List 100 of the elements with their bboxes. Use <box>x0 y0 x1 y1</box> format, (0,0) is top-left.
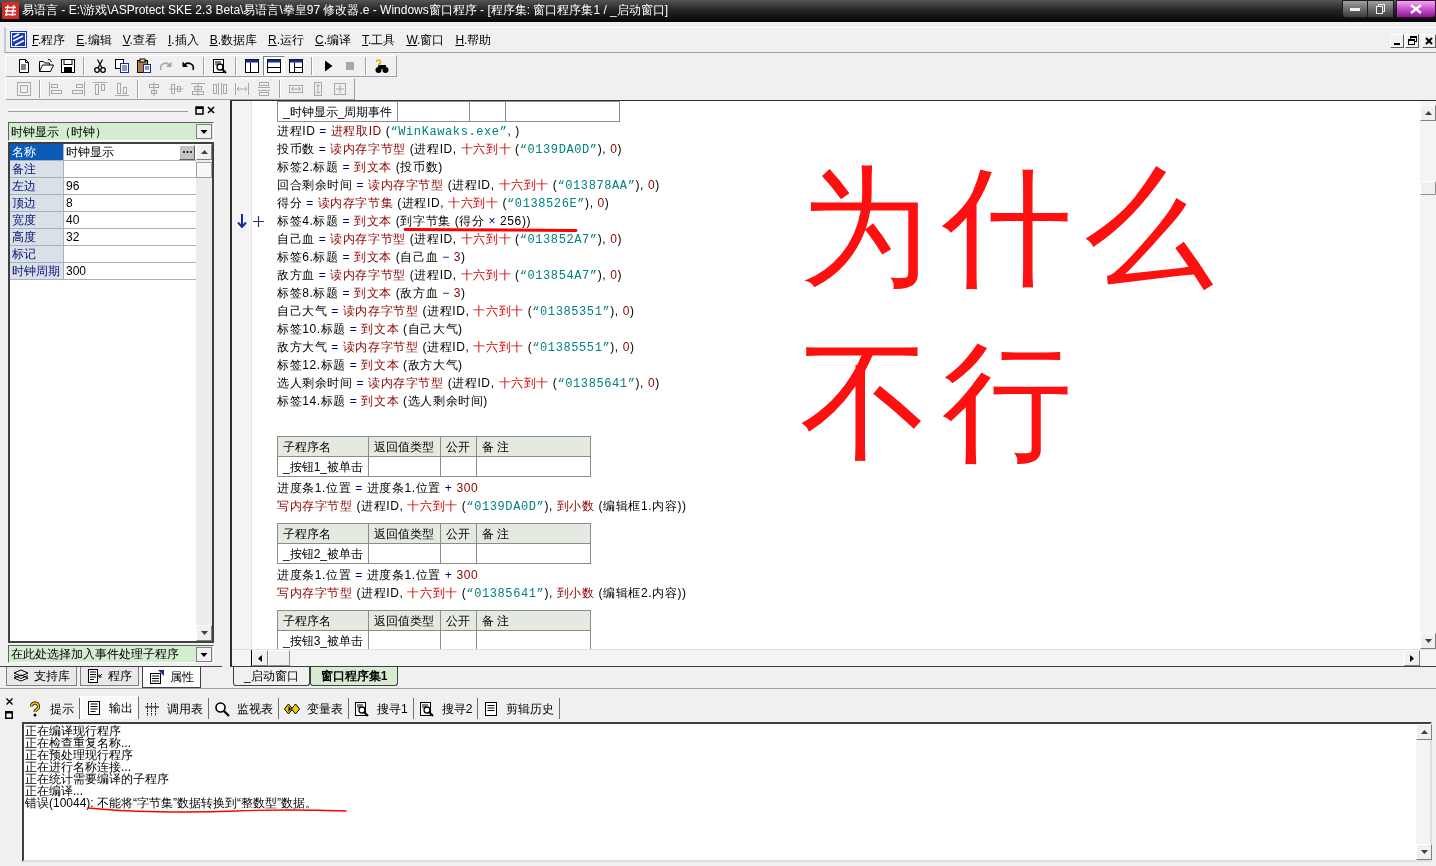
property-label[interactable]: 左边 <box>10 178 64 194</box>
column-header: 备 注 <box>476 523 591 544</box>
editor-tab[interactable]: _启动窗口 <box>233 667 310 686</box>
property-label[interactable]: 高度 <box>10 229 64 245</box>
event-dropdown[interactable]: 在此处选择加入事件处理子程序 <box>8 645 214 663</box>
columns-icon <box>144 700 160 717</box>
output-tab[interactable]: 监视表 <box>209 698 279 719</box>
code-line: 标签6.标题 = 到文本 (自己血 − 3) <box>277 250 466 264</box>
mdi-restore-button[interactable] <box>1405 33 1419 48</box>
sub-name-cell: _按钮1_被单击 <box>277 456 369 477</box>
app-logo-icon <box>2 2 19 19</box>
document-arrow-icon <box>87 668 103 684</box>
panel-restore-button[interactable] <box>4 710 14 719</box>
column-header: 备 注 <box>476 610 591 631</box>
property-label[interactable]: 标记 <box>10 246 64 262</box>
ellipsis-button[interactable] <box>179 144 195 160</box>
column-header: 返回值类型 <box>368 610 441 631</box>
code-line: 标签8.标题 = 到文本 (敌方血 − 3) <box>277 286 466 300</box>
scroll-down-button[interactable] <box>1420 633 1436 649</box>
scroll-up-button[interactable] <box>1416 724 1432 740</box>
menu-item[interactable]: C.编译 <box>314 31 353 48</box>
minimize-icon <box>1350 7 1360 11</box>
scroll-right-button[interactable] <box>1404 650 1420 666</box>
code-line: 进程ID = 进程取ID (“WinKawaks.exe”, ) <box>277 123 520 139</box>
menu-item[interactable]: H.帮助 <box>454 31 493 48</box>
code-line: 标签12.标题 = 到文本 (敌方大气) <box>277 358 463 372</box>
editor-tab[interactable]: 窗口程序集1 <box>309 667 399 686</box>
panel-tab[interactable]: 程序 <box>80 667 139 686</box>
menu-item[interactable]: T.工具 <box>361 31 397 48</box>
spread-width-icon <box>234 80 250 97</box>
scroll-left-button[interactable] <box>252 650 268 666</box>
output-tab[interactable]: 剪辑历史 <box>478 698 561 719</box>
form-grid-icon <box>16 80 32 97</box>
property-value-field[interactable]: 时钟显示 <box>64 144 196 160</box>
restore-button[interactable] <box>1368 0 1394 18</box>
menu-item[interactable]: V.查看 <box>121 31 158 48</box>
column-header: 返回值类型 <box>368 436 441 457</box>
code-line: 写内存字节型 (进程ID, 十六到十 (“01385641”), 到小数 (编辑框2.内容)) <box>277 585 687 601</box>
property-label[interactable]: 宽度 <box>10 212 64 228</box>
clipboard-icon <box>136 57 152 74</box>
output-line: 正在进行名称连接... <box>25 761 131 773</box>
output-tab[interactable]: 搜寻1 <box>349 698 414 719</box>
minimize-icon <box>1394 42 1400 45</box>
object-dropdown[interactable]: 时钟显示（时钟） <box>8 122 214 141</box>
layout-left-icon <box>244 57 260 74</box>
code-line: 得分 = 读内存字节集 (进程ID, 十六到十 (“0138526E”), 0) <box>277 195 610 211</box>
app-logo-icon <box>10 31 27 48</box>
output-tab[interactable]: 调用表 <box>139 698 209 719</box>
scrollbar[interactable] <box>1416 724 1430 860</box>
output-tab[interactable]: 变量表 <box>279 698 349 719</box>
code-line: 投币数 = 读内存字节型 (进程ID, 十六到十 (“0139DA0D”), 0) <box>277 141 623 157</box>
handwritten-note: 不行 <box>800 328 1085 477</box>
scrollbar[interactable] <box>196 144 212 641</box>
property-label[interactable]: 备注 <box>10 161 64 177</box>
code-line: 标签14.标题 = 到文本 (选人剩余时间) <box>277 394 488 408</box>
scroll-up-button[interactable] <box>196 144 212 160</box>
close-button[interactable] <box>1396 0 1436 18</box>
panel-close-button[interactable] <box>4 697 14 706</box>
code-editor[interactable] <box>230 100 1436 666</box>
document-search-icon <box>418 700 435 717</box>
toolbar-button[interactable] <box>263 55 285 76</box>
property-label[interactable]: 时钟周期 <box>10 263 64 279</box>
output-tab[interactable]: 输出 <box>80 696 139 719</box>
property-label[interactable]: 名称 <box>10 144 64 160</box>
scroll-down-button[interactable] <box>1416 844 1432 860</box>
table-cell <box>469 101 506 122</box>
window-title: 易语言 - E:\游戏\ASProtect SKE 2.3 Beta\易语言\拳皇97 修改器.e - Windows窗口程序 - [程序集: 窗口程序集1 / _启动窗口] <box>22 2 669 19</box>
panel-restore-button[interactable] <box>194 105 204 115</box>
restore-icon <box>5 710 13 719</box>
property-label[interactable]: 顶边 <box>10 195 64 211</box>
scroll-thumb[interactable] <box>196 162 212 178</box>
menu-item[interactable]: B.数据库 <box>208 31 258 48</box>
scrollbar[interactable] <box>232 649 1436 666</box>
menu-item[interactable]: E.编辑 <box>75 31 113 48</box>
down-arrow-icon <box>1420 850 1428 854</box>
scroll-up-button[interactable] <box>1420 105 1436 121</box>
mdi-minimize-button[interactable] <box>1390 33 1404 48</box>
menu-item[interactable]: I.插入 <box>166 31 200 48</box>
properties-icon <box>149 669 165 685</box>
code-line: 进度条1.位置 = 进度条1.位置 + 300 <box>277 481 479 495</box>
save-icon <box>60 57 76 74</box>
align-top-icon <box>92 80 108 97</box>
scroll-down-button[interactable] <box>196 625 212 641</box>
output-line: 正在预处理现行程序 <box>25 749 134 761</box>
open-folder-icon <box>38 57 54 74</box>
output-tab[interactable]: 搜寻2 <box>413 698 479 719</box>
panel-close-button[interactable] <box>206 105 216 115</box>
panel-tab[interactable]: 支持库 <box>6 667 77 686</box>
menu-item[interactable]: W.窗口 <box>405 31 446 48</box>
column-header: 公开 <box>440 610 477 631</box>
minimize-button[interactable] <box>1342 0 1368 18</box>
scrollbar[interactable] <box>1420 101 1436 649</box>
column-header: 子程序名 <box>277 436 369 457</box>
mdi-close-button[interactable] <box>1422 33 1436 48</box>
code-line: 进度条1.位置 = 进度条1.位置 + 300 <box>277 568 479 582</box>
menu-item[interactable]: R.运行 <box>267 31 305 48</box>
panel-tab[interactable]: 属性 <box>142 667 201 688</box>
menu-item[interactable]: F.程序 <box>31 31 67 48</box>
output-line: 正在编译现行程序 <box>25 725 122 737</box>
new-file-icon <box>16 57 32 74</box>
